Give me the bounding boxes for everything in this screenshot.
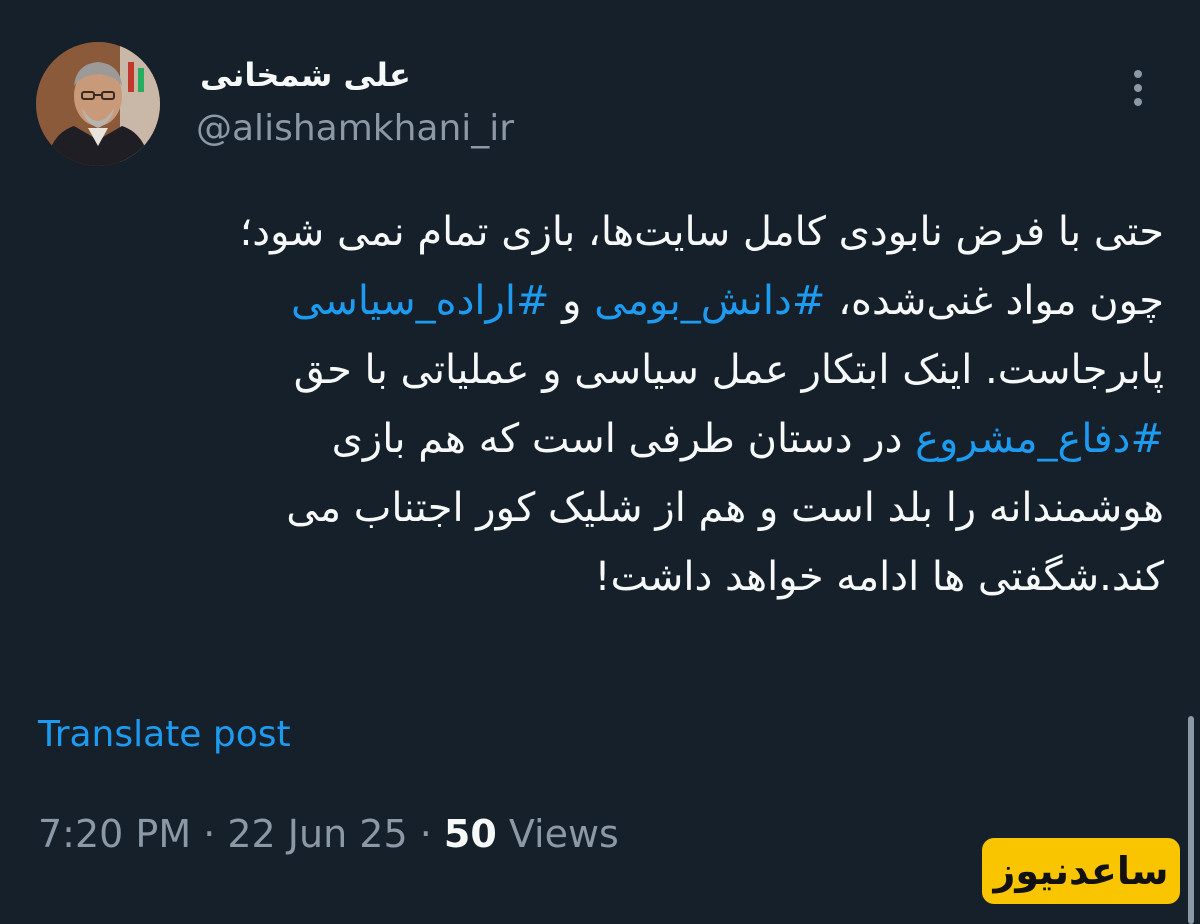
watermark-logo: ساعدنیوز <box>982 838 1180 904</box>
tweet-text-segment: کند.شگفتی ها ادامه خواهد داشت! <box>594 554 1164 600</box>
views-label: Views <box>496 812 619 856</box>
tweet-text-segment: و <box>549 278 595 324</box>
tweet-text: حتی با فرض نابودی کامل سایت‌ها، بازی تما… <box>120 198 1164 612</box>
avatar[interactable] <box>36 42 160 166</box>
author-display-name[interactable]: علی شمخانی <box>200 56 411 94</box>
tweet-line: چون مواد غنی‌شده، #دانش_بومی و #اراده_سی… <box>120 267 1164 336</box>
tweet-text-segment: پابرجاست. اینک ابتکار عمل سیاسی و عملیات… <box>293 347 1164 393</box>
tweet-text-segment: چون مواد غنی‌شده، <box>825 278 1164 324</box>
meta-separator-2: · <box>407 812 444 856</box>
tweet-line: حتی با فرض نابودی کامل سایت‌ها، بازی تما… <box>120 198 1164 267</box>
hashtag-link[interactable]: #دانش_بومی <box>594 278 825 324</box>
tweet-line: #دفاع_مشروع در دستان طرفی است که هم بازی <box>120 405 1164 474</box>
meta-separator: · <box>191 812 228 856</box>
views-count[interactable]: 50 <box>444 812 497 856</box>
translate-post-link[interactable]: Translate post <box>38 714 291 755</box>
author-handle[interactable]: @alishamkhani_ir <box>196 108 514 149</box>
tweet-line: پابرجاست. اینک ابتکار عمل سیاسی و عملیات… <box>120 336 1164 405</box>
hashtag-link[interactable]: #اراده_سیاسی <box>291 278 549 324</box>
hashtag-link[interactable]: #دفاع_مشروع <box>915 416 1164 462</box>
tweet-line: هوشمندانه را بلد است و هم از شلیک کور اج… <box>120 474 1164 543</box>
tweet-meta: 7:20 PM · 22 Jun 25 · 50 Views <box>38 812 619 856</box>
tweet-date[interactable]: 22 Jun 25 <box>227 812 407 856</box>
tweet-time[interactable]: 7:20 PM <box>38 812 191 856</box>
tweet-text-segment: در دستان طرفی است که هم بازی <box>331 416 916 462</box>
scrollbar[interactable] <box>1188 716 1194 924</box>
tweet-line: کند.شگفتی ها ادامه خواهد داشت! <box>120 543 1164 612</box>
more-vertical-icon[interactable] <box>1124 70 1152 118</box>
tweet-text-segment: هوشمندانه را بلد است و هم از شلیک کور اج… <box>286 485 1164 531</box>
tweet-text-segment: حتی با فرض نابودی کامل سایت‌ها، بازی تما… <box>239 209 1164 255</box>
